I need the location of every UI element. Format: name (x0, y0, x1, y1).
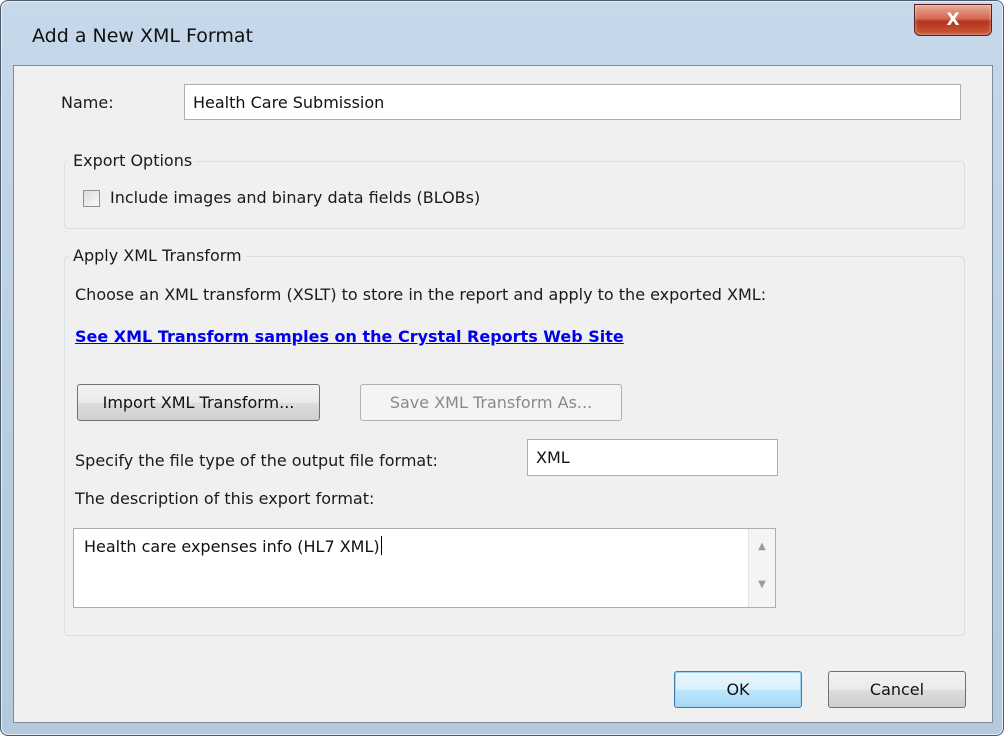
dialog-client-area: Name: Health Care Submission Export Opti… (13, 65, 993, 723)
save-xml-transform-button[interactable]: Save XML Transform As... (360, 384, 622, 421)
scroll-up-icon[interactable]: ▲ (749, 541, 775, 552)
description-scrollbar[interactable]: ▲ ▼ (748, 529, 775, 607)
description-value: Health care expenses info (HL7 XML) (84, 536, 382, 556)
close-button[interactable]: X (914, 4, 992, 36)
import-xml-transform-button[interactable]: Import XML Transform... (77, 384, 320, 421)
include-blobs-checkbox[interactable] (83, 190, 100, 207)
export-options-title: Export Options (69, 151, 197, 170)
scroll-down-icon[interactable]: ▼ (749, 579, 775, 590)
close-icon: X (946, 10, 960, 30)
name-label: Name: (61, 93, 114, 112)
add-xml-format-dialog: Add a New XML Format X Name: Health Care… (0, 0, 1004, 736)
name-input[interactable]: Health Care Submission (184, 84, 961, 120)
cancel-button[interactable]: Cancel (828, 671, 966, 708)
include-blobs-label: Include images and binary data fields (B… (110, 188, 481, 207)
xml-samples-link[interactable]: See XML Transform samples on the Crystal… (75, 327, 624, 346)
name-input-value: Health Care Submission (193, 92, 385, 112)
xslt-instruction: Choose an XML transform (XSLT) to store … (75, 285, 767, 304)
ok-button[interactable]: OK (674, 671, 802, 708)
xml-transform-title: Apply XML Transform (69, 246, 246, 265)
text-caret (380, 536, 382, 555)
file-type-label: Specify the file type of the output file… (75, 451, 438, 470)
description-textarea[interactable]: Health care expenses info (HL7 XML) ▲ ▼ (73, 528, 776, 608)
file-type-input[interactable]: XML (527, 439, 778, 476)
file-type-input-value: XML (536, 448, 570, 467)
description-label: The description of this export format: (75, 489, 375, 508)
dialog-title: Add a New XML Format (32, 25, 253, 47)
